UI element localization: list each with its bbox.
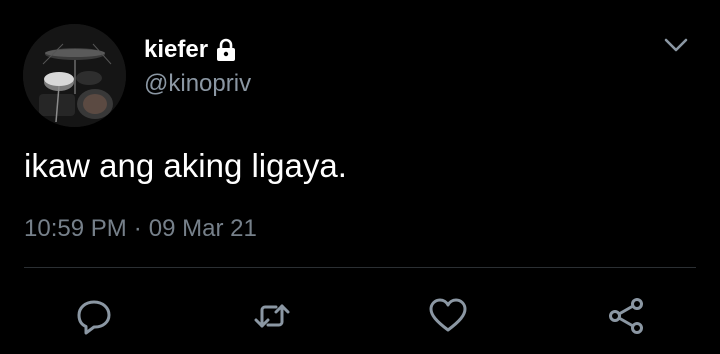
avatar-image [23, 24, 126, 127]
divider [24, 267, 696, 268]
heart-icon [429, 298, 467, 332]
retweet-button[interactable] [252, 296, 292, 336]
share-button[interactable] [606, 296, 646, 336]
tweet-date: 09 Mar 21 [148, 215, 257, 242]
lock-icon [215, 38, 237, 62]
display-name-text[interactable]: kiefer [144, 36, 208, 64]
tweet-text: ikaw ang aking ligaya. [24, 147, 347, 184]
meta-separator: · [133, 215, 142, 242]
share-icon [609, 298, 643, 334]
reply-button[interactable] [74, 296, 114, 336]
avatar[interactable] [23, 24, 126, 127]
user-handle[interactable]: @kinopriv [144, 70, 251, 98]
tweet-time: 10:59 PM [24, 215, 127, 242]
reply-icon [77, 300, 111, 335]
like-button[interactable] [428, 296, 468, 336]
tweet-timestamp[interactable]: 10:59 PM · 09 Mar 21 [24, 214, 257, 244]
chevron-down-icon[interactable] [662, 34, 690, 56]
retweet-icon [254, 304, 290, 328]
display-name[interactable]: kiefer [144, 36, 237, 64]
